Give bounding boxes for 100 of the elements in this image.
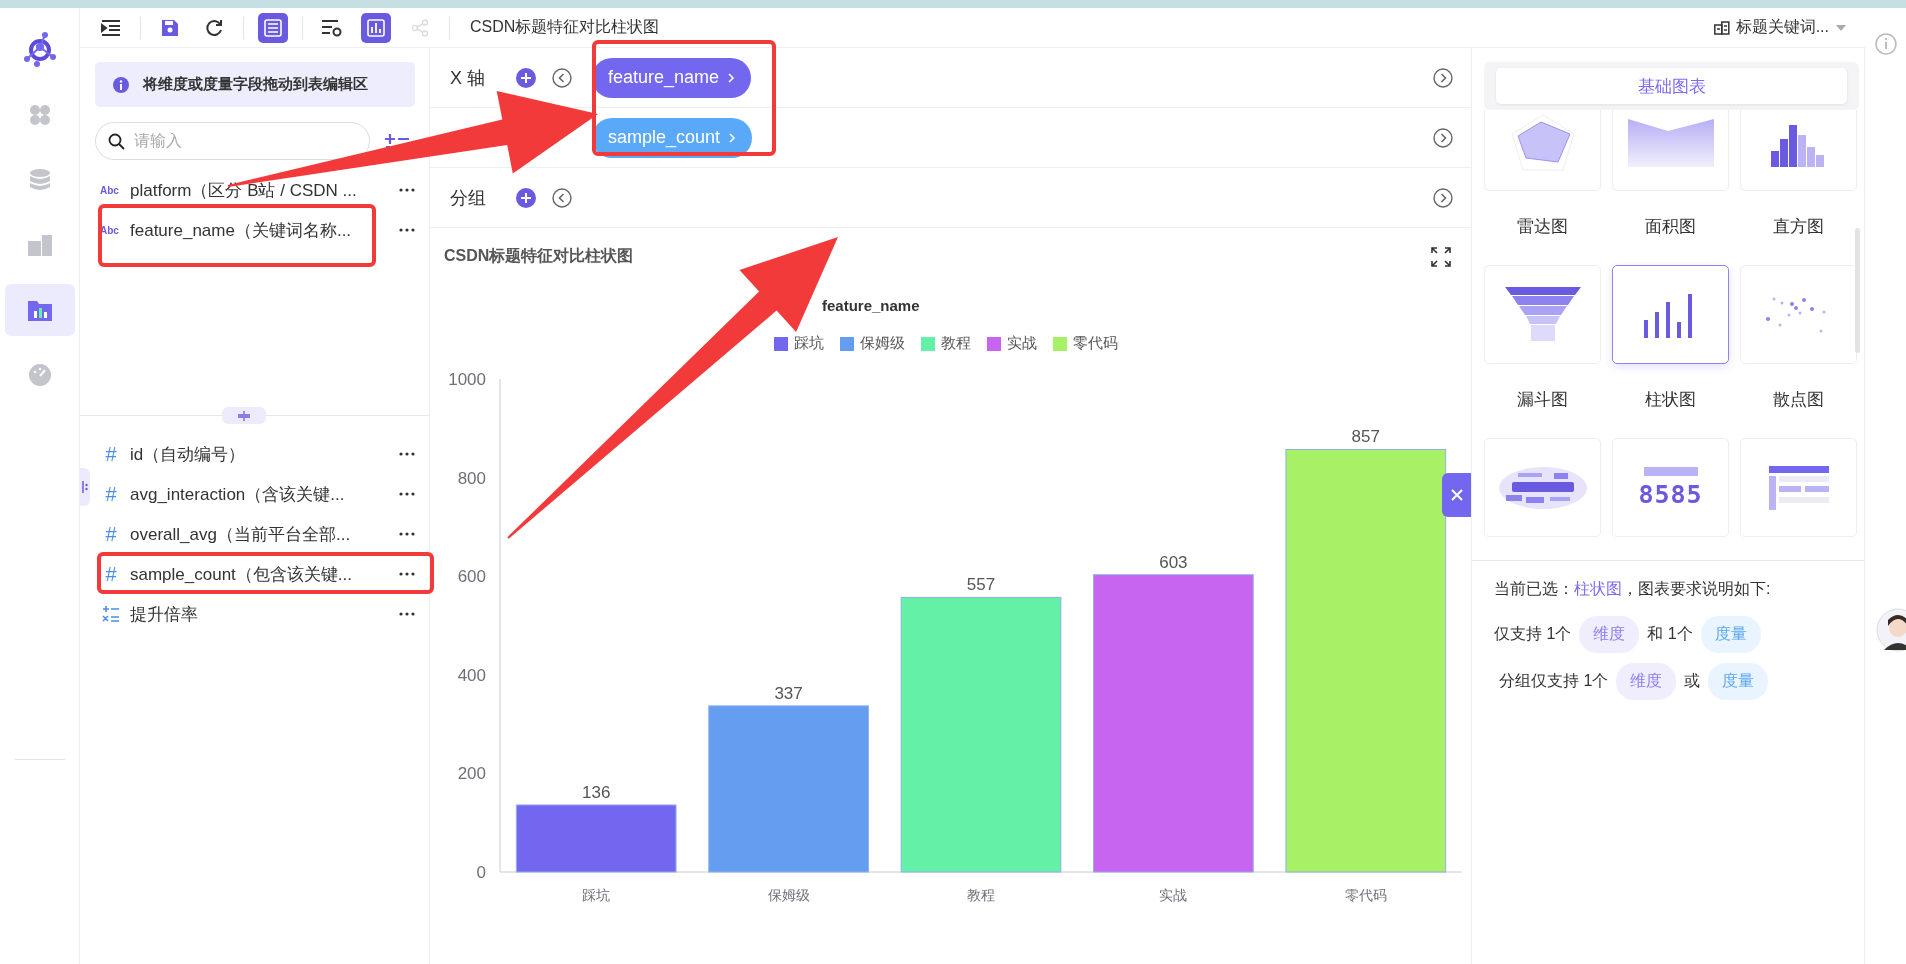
add-icon[interactable] [516, 187, 536, 208]
refresh-icon [204, 17, 224, 38]
calculated-field-icon [100, 605, 122, 623]
chart-category-tab[interactable]: 基础图表 [1496, 68, 1847, 104]
data-label: 603 [1159, 552, 1188, 572]
drag-icon [237, 410, 251, 421]
chart-type-label: 柱状图 [1645, 389, 1696, 411]
field-item[interactable]: # id（自动编号） [95, 434, 415, 474]
scroll-right-icon[interactable] [1433, 127, 1453, 148]
legend-item[interactable]: 零代码 [1052, 334, 1118, 353]
avatar-icon[interactable] [1876, 608, 1906, 652]
chart-title: CSDN标题特征对比柱状图 [470, 17, 660, 37]
axis-tick-label: 600 [457, 567, 486, 587]
more-icon[interactable] [399, 188, 415, 192]
category-label: 保姆级 [767, 887, 810, 903]
table-chart-icon [1768, 465, 1829, 510]
apps-icon [28, 104, 51, 126]
category-label: 教程 [967, 887, 995, 903]
axis-tick-label: 400 [457, 665, 486, 685]
field-item[interactable]: # sample_count（包含该关键... [95, 554, 415, 594]
dimension-tag: 维度 [1616, 663, 1677, 700]
dimension-tag: 维度 [1579, 616, 1640, 653]
chart-type-label: 直方图 [1773, 216, 1824, 238]
number-type-icon: # [100, 522, 122, 546]
axis-tick-label: 800 [457, 468, 486, 488]
chart-type-label: 面积图 [1645, 216, 1696, 238]
number-type-icon: # [100, 482, 122, 506]
data-label: 857 [1351, 427, 1380, 447]
share-icon [411, 18, 429, 37]
bar[interactable] [515, 804, 677, 873]
scroll-right-icon[interactable] [1433, 187, 1453, 208]
gauge-icon [27, 363, 52, 387]
axis-tick-label: 1000 [448, 370, 486, 389]
number-type-icon: # [100, 442, 122, 466]
requirement-text: 或 [1684, 671, 1701, 691]
word-cloud-icon [1497, 464, 1588, 511]
dashboard-icon [27, 234, 52, 256]
dataset-dropdown[interactable]: 标题关键词... [1707, 16, 1853, 39]
handle-icon [82, 480, 88, 494]
measure-tag: 度量 [1708, 663, 1769, 700]
measure-tag: 度量 [1700, 616, 1761, 653]
table-icon [264, 18, 282, 37]
nav-item[interactable] [4, 284, 75, 336]
data-label: 136 [582, 782, 611, 802]
close-icon [1449, 488, 1464, 502]
shelf-label: 分组 [450, 186, 487, 210]
fullscreen-icon[interactable] [1431, 246, 1451, 267]
chart-folder-icon [27, 299, 52, 321]
axis-tick-label: 0 [476, 863, 486, 882]
more-icon[interactable] [399, 492, 415, 496]
chart-button[interactable] [361, 12, 391, 43]
legend-item[interactable]: 实战 [986, 334, 1037, 353]
notice-text: 将维度或度量字段拖动到表编辑区 [143, 75, 368, 94]
more-icon[interactable] [399, 452, 415, 456]
add-field-icon[interactable] [384, 133, 410, 149]
info-icon [113, 76, 129, 93]
more-icon[interactable] [399, 572, 415, 576]
field-item[interactable]: 提升倍率 [95, 594, 415, 634]
chart-type-card[interactable] [1612, 265, 1729, 364]
save-icon [161, 18, 179, 37]
database-icon [28, 168, 51, 192]
legend-item[interactable]: 教程 [920, 334, 971, 353]
chevron-icon [728, 131, 737, 144]
filter-settings-icon [321, 18, 343, 37]
scroll-left-icon[interactable] [552, 187, 572, 208]
requirement-text: 和 1个 [1647, 624, 1693, 644]
selection-text: 当前已选：柱状图，图表要求说明如下: [1494, 579, 1772, 599]
legend-item[interactable]: 踩坑 [773, 334, 824, 353]
more-icon[interactable] [399, 532, 415, 536]
shelf-label: X 轴 [450, 66, 486, 90]
caret-icon [1835, 23, 1847, 32]
indent-icon [101, 18, 121, 37]
field-item[interactable]: # avg_interaction（含该关键... [95, 474, 415, 514]
resize-handle[interactable] [222, 407, 266, 424]
category-label: 零代码 [1344, 887, 1387, 903]
add-icon[interactable] [516, 67, 536, 88]
more-icon[interactable] [399, 612, 415, 616]
data-label: 337 [774, 683, 803, 703]
legend-title: feature_name [822, 297, 920, 314]
search-field[interactable]: 请输入 [95, 122, 370, 160]
selected-chart-link[interactable]: 柱状图 [1574, 580, 1622, 597]
table-button[interactable] [258, 12, 288, 43]
chart-type-label: 散点图 [1773, 389, 1824, 411]
bar-chart-icon [367, 18, 385, 37]
text-type-icon: Abc [100, 184, 122, 196]
area-chart-icon [1627, 116, 1714, 167]
field-item[interactable]: Abc platform（区分 B站 / CSDN ... [95, 170, 415, 210]
scroll-right-icon[interactable] [1433, 67, 1453, 88]
dataset-icon [1713, 20, 1730, 35]
chart-type-label: 雷达图 [1517, 216, 1568, 238]
legend-item[interactable]: 保姆级 [839, 334, 905, 353]
chart-type-card[interactable]: 8585 [1612, 438, 1729, 537]
scroll-left-icon[interactable] [552, 67, 572, 88]
collapse-handle[interactable] [80, 468, 90, 506]
requirement-text: 仅支持 1个 [1494, 624, 1572, 644]
close-button[interactable] [1442, 473, 1471, 517]
number-type-icon: # [100, 562, 122, 586]
field-item[interactable]: # overall_avg（当前平台全部... [95, 514, 415, 554]
chart-type-label: 漏斗图 [1517, 389, 1568, 411]
more-icon[interactable] [399, 228, 415, 232]
